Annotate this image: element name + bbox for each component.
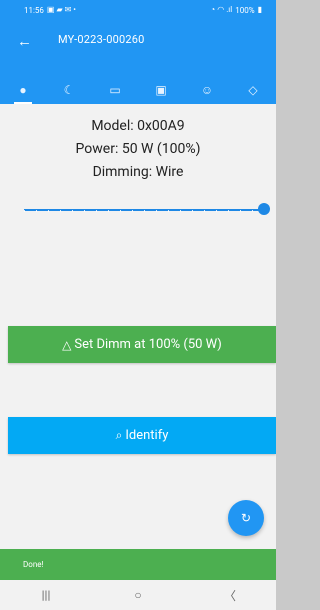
refresh-icon: ↻ (240, 511, 252, 525)
dimming-slider[interactable] (24, 203, 270, 215)
page-title: MY-0223-000260 (58, 33, 145, 46)
search-icon: ⌕ (115, 428, 123, 442)
tab-lamp[interactable]: ◇ (230, 76, 276, 104)
battery-percent: 100% (235, 5, 255, 15)
tab-bulb[interactable]: ● (0, 76, 46, 104)
tab-chart[interactable]: ▣ (138, 76, 184, 104)
main-content: Model: 0x00A9 Power: 50 W (100%) Dimming… (0, 104, 276, 548)
slider-thumb[interactable] (258, 203, 270, 215)
status-time: 11:56 (24, 5, 44, 15)
set-dimm-button[interactable]: △ Set Dimm at 100% (50 W) (8, 326, 276, 363)
status-snackbar: Done! (0, 549, 276, 580)
status-right: ◔ ◠ .ıl 100% ▮ (210, 6, 262, 15)
tab-bar: ● ☾ ▭ ▣ ☺ ◇ (0, 76, 276, 104)
identify-button[interactable]: ⌕ Identify (8, 417, 276, 454)
lamp-icon: ◇ (248, 83, 258, 97)
set-dimm-label: Set Dimm at 100% (50 W) (74, 337, 222, 352)
chart-icon: ▣ (155, 83, 167, 97)
moon-icon: ☾ (63, 83, 75, 97)
signal-icons: ◔ ◠ .ıl (210, 5, 233, 14)
snackbar-text: Done! (23, 560, 44, 569)
device-info: Model: 0x00A9 Power: 50 W (100%) Dimming… (0, 115, 276, 184)
tab-groups[interactable]: ☺ (184, 76, 230, 104)
battery-icon: ▮ (257, 5, 262, 14)
group-icon: ☺ (200, 83, 214, 97)
power-text: Power: 50 W (100%) (75, 141, 201, 157)
status-bar: 11:56 ▣ ▰ ✉ • ◔ ◠ .ıl 100% ▮ (0, 0, 276, 20)
dimming-text: Dimming: Wire (92, 164, 184, 180)
system-navigation-bar: ||| ○ 〈 (0, 580, 276, 610)
recent-apps-icon[interactable]: ||| (16, 588, 76, 602)
tab-night[interactable]: ☾ (46, 76, 92, 104)
phone-screen: 11:56 ▣ ▰ ✉ • ◔ ◠ .ıl 100% ▮ ← MY-0223-0… (0, 0, 276, 610)
status-left: 11:56 ▣ ▰ ✉ • (24, 6, 76, 15)
nav-back-icon[interactable]: 〈 (200, 587, 260, 604)
model-text: Model: 0x00A9 (91, 118, 185, 134)
identify-label: Identify (125, 428, 169, 443)
notification-icons: ▣ ▰ ✉ • (46, 5, 76, 14)
refresh-fab[interactable]: ↻ (228, 500, 264, 536)
message-icon: ▭ (109, 83, 121, 97)
app-bar: ← MY-0223-000260 (0, 20, 276, 76)
tab-message[interactable]: ▭ (92, 76, 138, 104)
back-arrow-icon[interactable]: ← (17, 26, 32, 56)
home-icon[interactable]: ○ (108, 588, 168, 602)
bulb-icon: ● (19, 83, 27, 97)
warning-triangle-icon: △ (62, 337, 72, 352)
slider-ticks (24, 210, 258, 212)
